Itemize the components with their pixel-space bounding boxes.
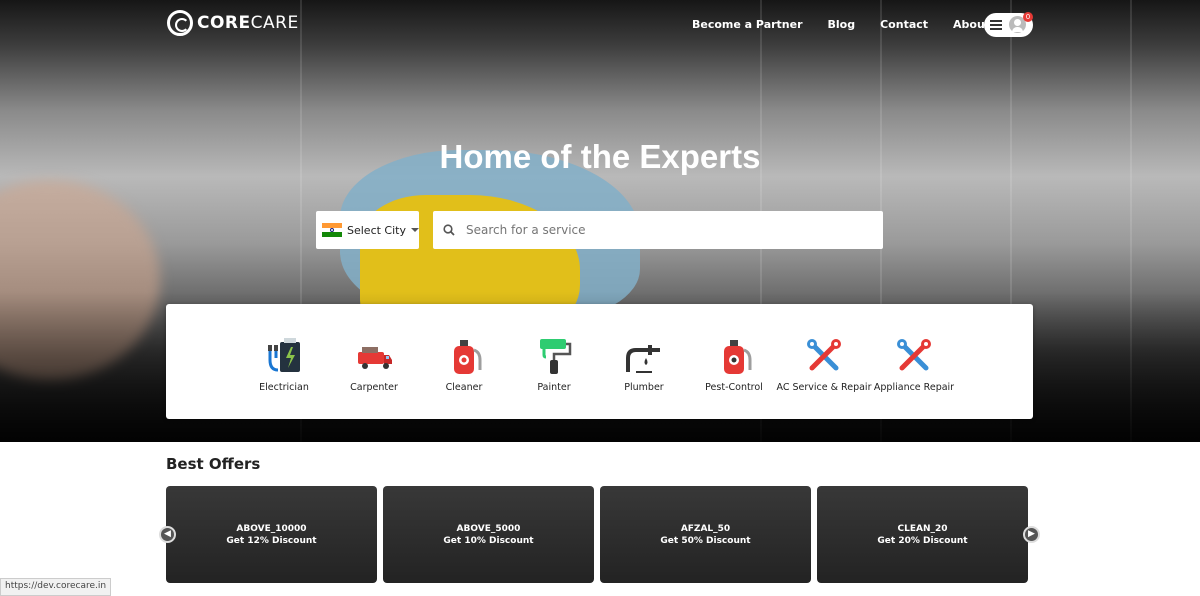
carousel-prev-button[interactable]: ◀ xyxy=(159,526,176,543)
services-panel: Electrician Carpenter Cleaner Painter Pl… xyxy=(166,304,1033,419)
service-label: Electrician xyxy=(259,382,309,393)
service-label: Painter xyxy=(537,382,571,393)
pest-sprayer-icon xyxy=(724,340,752,374)
service-label: AC Service & Repair xyxy=(776,382,872,393)
electrician-icon xyxy=(268,338,300,372)
plumber-pipe-icon xyxy=(626,345,660,373)
service-label: Pest-Control xyxy=(705,382,763,393)
service-electrician[interactable]: Electrician xyxy=(236,336,332,393)
chevron-left-icon: ◀ xyxy=(164,529,171,539)
tools-icon xyxy=(897,339,931,371)
service-cleaner[interactable]: Cleaner xyxy=(416,336,512,393)
offer-code: ABOVE_10000 xyxy=(236,524,307,534)
service-appliance-repair[interactable]: Appliance Repair xyxy=(866,336,962,393)
nav-become-partner[interactable]: Become a Partner xyxy=(692,18,803,31)
search-input[interactable] xyxy=(464,222,848,238)
cleaner-sprayer-icon xyxy=(454,340,482,374)
offer-description: Get 50% Discount xyxy=(660,536,751,546)
logo-text-light: CARE xyxy=(250,13,299,33)
logo[interactable]: CORECARE xyxy=(167,10,299,36)
service-label: Cleaner xyxy=(445,382,483,393)
search-icon xyxy=(443,224,455,236)
nav-contact[interactable]: Contact xyxy=(880,18,928,31)
city-selector-label: Select City xyxy=(347,223,406,237)
offer-code: ABOVE_5000 xyxy=(456,524,521,534)
logo-icon xyxy=(167,10,193,36)
hero-title: Home of the Experts xyxy=(439,138,761,175)
carousel-next-button[interactable]: ▶ xyxy=(1023,526,1040,543)
logo-text-bold: CORE xyxy=(197,13,251,33)
notification-badge: 0 xyxy=(1023,12,1033,22)
service-label: Carpenter xyxy=(350,382,398,393)
carpenter-truck-icon xyxy=(358,347,392,369)
offer-card[interactable]: ABOVE_10000 Get 12% Discount xyxy=(166,486,377,583)
nav-blog[interactable]: Blog xyxy=(828,18,856,31)
offer-card[interactable]: CLEAN_20 Get 20% Discount xyxy=(817,486,1028,583)
service-label: Plumber xyxy=(624,382,664,393)
offer-code: AFZAL_50 xyxy=(680,524,731,534)
top-nav: Become a Partner Blog Contact About xyxy=(692,18,990,31)
service-plumber[interactable]: Plumber xyxy=(596,336,692,393)
offer-description: Get 10% Discount xyxy=(443,536,534,546)
india-flag-icon xyxy=(322,223,342,237)
offers-heading: Best Offers xyxy=(166,455,261,473)
service-painter[interactable]: Painter xyxy=(506,336,602,393)
offer-card[interactable]: AFZAL_50 Get 50% Discount xyxy=(600,486,811,583)
hamburger-icon xyxy=(990,20,1002,32)
search-box[interactable] xyxy=(433,211,883,249)
offer-card[interactable]: ABOVE_5000 Get 10% Discount xyxy=(383,486,594,583)
service-ac-repair[interactable]: AC Service & Repair xyxy=(776,336,872,393)
tools-icon xyxy=(807,339,841,371)
offer-code: CLEAN_20 xyxy=(897,524,948,534)
service-label: Appliance Repair xyxy=(873,382,955,393)
status-bar-url: https://dev.corecare.in xyxy=(0,578,112,596)
offer-description: Get 20% Discount xyxy=(877,536,968,546)
paint-roller-icon xyxy=(540,339,572,374)
caret-down-icon xyxy=(411,228,419,232)
chevron-right-icon: ▶ xyxy=(1028,529,1035,539)
account-menu-button[interactable]: 0 xyxy=(984,12,1033,37)
offer-description: Get 12% Discount xyxy=(226,536,317,546)
city-selector[interactable]: Select City xyxy=(316,211,419,249)
service-pest-control[interactable]: Pest-Control xyxy=(686,336,782,393)
service-carpenter[interactable]: Carpenter xyxy=(326,336,422,393)
